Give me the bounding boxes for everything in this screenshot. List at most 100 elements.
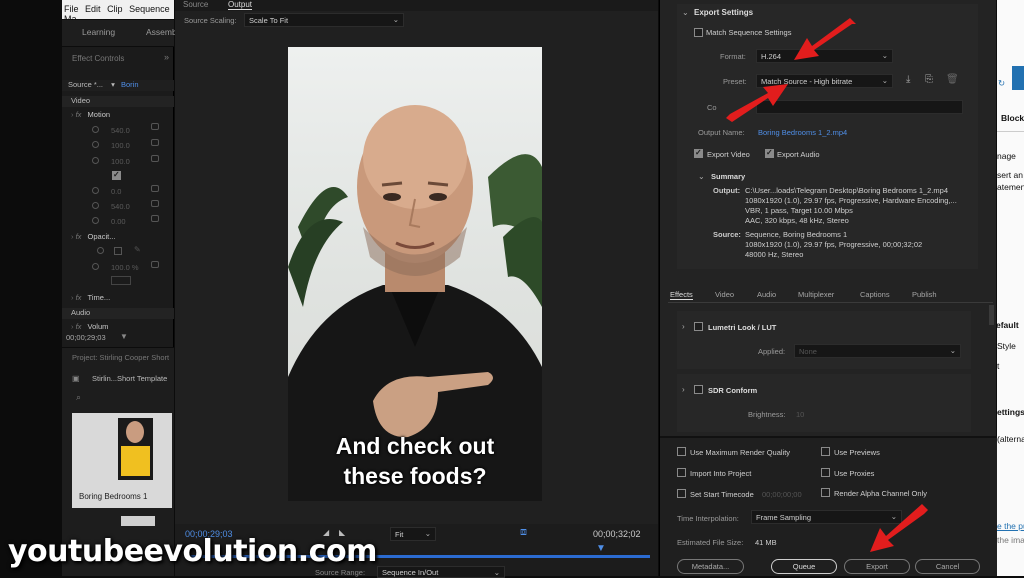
ec-anti-flicker[interactable]: 0.00	[111, 217, 126, 226]
stopwatch-icon[interactable]	[92, 217, 99, 224]
menu-file[interactable]: File	[64, 4, 79, 14]
ec-source-label[interactable]: Source *...	[68, 80, 103, 89]
time-interp-value: Frame Sampling	[756, 513, 812, 522]
summary-title: Summary	[711, 172, 746, 181]
export-video-checkbox[interactable]	[694, 148, 703, 158]
ec-anchor-point[interactable]: 540.0	[111, 202, 130, 211]
reset-icon[interactable]	[151, 139, 159, 146]
render-alpha-checkbox[interactable]	[821, 488, 830, 497]
search-icon[interactable]: ⌕	[76, 392, 81, 403]
filter-icon[interactable]: ▼	[120, 332, 128, 341]
bg-link-purpose[interactable]: e the pu	[997, 521, 1024, 531]
export-audio-checkbox[interactable]	[765, 148, 774, 158]
ec-position-x[interactable]: 540.0	[111, 126, 130, 135]
sdr-checkbox[interactable]	[694, 385, 703, 394]
ec-motion[interactable]: Motion	[88, 110, 111, 119]
tab-captions[interactable]: Captions	[860, 290, 890, 299]
scrollbar[interactable]	[989, 305, 994, 325]
render-alpha-label: Render Alpha Channel Only	[834, 489, 927, 498]
reset-icon[interactable]	[151, 200, 159, 207]
ec-timecode[interactable]: 00;00;29;03	[66, 333, 106, 342]
delete-preset-icon[interactable]: 🗑	[946, 74, 959, 85]
output-name-link[interactable]: Boring Bedrooms 1_2.mp4	[758, 128, 847, 137]
playhead-icon[interactable]: ▼	[596, 543, 606, 554]
match-sequence-checkbox[interactable]	[694, 28, 703, 37]
ec-source-dropdown-icon[interactable]: ▾	[111, 80, 115, 89]
tab-output[interactable]: Output	[228, 0, 253, 10]
collapse-icon[interactable]: ⌄	[682, 8, 689, 17]
reset-icon[interactable]	[151, 215, 159, 222]
ec-rotation[interactable]: 0.0	[111, 187, 121, 196]
export-button[interactable]: Export	[844, 559, 910, 574]
project-bin-name[interactable]: Stirlin...Short Template	[92, 374, 167, 383]
effect-controls-title[interactable]: Effect Controls	[72, 54, 124, 63]
fit-select[interactable]: Fit ⌄	[390, 527, 436, 541]
tab-source[interactable]: Source	[183, 0, 208, 9]
menu-edit[interactable]: Edit	[85, 4, 101, 14]
clip-thumbnail-partial[interactable]	[121, 516, 155, 526]
workspace-learning[interactable]: Learning	[82, 27, 115, 37]
max-render-checkbox[interactable]	[677, 447, 686, 456]
lumetri-checkbox[interactable]	[694, 322, 703, 331]
menu-bar: File Edit Clip Sequence Ma	[62, 0, 174, 24]
reset-icon[interactable]	[151, 185, 159, 192]
ec-scale-width[interactable]: 100.0	[111, 157, 130, 166]
ellipse-mask-icon[interactable]	[97, 247, 104, 254]
import-project-checkbox[interactable]	[677, 468, 686, 477]
uniform-scale-checkbox[interactable]	[112, 170, 121, 180]
stopwatch-icon[interactable]	[92, 202, 99, 209]
stopwatch-icon[interactable]	[92, 157, 99, 164]
applied-select[interactable]: None ⌄	[794, 344, 961, 358]
stopwatch-icon[interactable]	[92, 141, 99, 148]
ec-opacity[interactable]: Opacit...	[88, 232, 116, 241]
project-clip-thumbnail[interactable]: Boring Bedrooms 1	[72, 413, 172, 508]
background-button[interactable]	[1012, 66, 1024, 90]
collapse-icon[interactable]: ⌄	[698, 172, 705, 181]
aspect-ratio-icon[interactable]: ⧈	[520, 526, 527, 539]
lumetri-title: Lumetri Look / LUT	[708, 323, 777, 332]
stopwatch-icon[interactable]	[92, 126, 99, 133]
ec-time-remapping[interactable]: Time...	[88, 293, 111, 302]
rect-mask-icon[interactable]	[114, 247, 122, 255]
menu-clip[interactable]: Clip	[107, 4, 123, 14]
stopwatch-icon[interactable]	[92, 263, 99, 270]
workspace-assembly[interactable]: Assemb	[146, 27, 177, 37]
panel-overflow-icon[interactable]: »	[164, 52, 169, 62]
bg-tab-block[interactable]: Block	[1001, 113, 1024, 123]
use-previews-checkbox[interactable]	[821, 447, 830, 456]
import-project-label: Import Into Project	[690, 469, 752, 478]
project-title[interactable]: Project: Stirling Cooper Short	[72, 353, 169, 362]
queue-button[interactable]: Queue	[771, 559, 837, 574]
source-range-select[interactable]: Sequence In/Out ⌄	[377, 566, 505, 578]
tab-audio[interactable]: Audio	[757, 290, 776, 299]
save-preset-icon[interactable]: ⤓	[906, 74, 910, 85]
ec-scale[interactable]: 100.0	[111, 141, 130, 150]
tab-effects[interactable]: Effects	[670, 290, 693, 300]
ec-opacity-value[interactable]: 100.0 %	[111, 263, 139, 272]
start-timecode-value[interactable]: 00;00;00;00	[762, 490, 802, 499]
ec-volume[interactable]: Volum	[88, 322, 109, 331]
source-scaling-select[interactable]: Scale To Fit ⌄	[244, 13, 404, 27]
stopwatch-icon[interactable]	[92, 187, 99, 194]
tab-publish[interactable]: Publish	[912, 290, 937, 299]
expand-icon[interactable]: ›	[682, 322, 685, 331]
reset-icon[interactable]	[151, 123, 159, 130]
use-proxies-checkbox[interactable]	[821, 468, 830, 477]
import-preset-icon[interactable]: ⎘	[925, 74, 933, 85]
start-timecode-checkbox[interactable]	[677, 489, 686, 498]
cancel-button[interactable]: Cancel	[915, 559, 980, 574]
reset-icon[interactable]	[151, 261, 159, 268]
menu-sequence[interactable]: Sequence	[129, 4, 170, 14]
reset-icon[interactable]	[151, 155, 159, 162]
brightness-value[interactable]: 10	[796, 410, 804, 419]
export-video-label: Export Video	[707, 150, 750, 159]
summary-output-label: Output:	[713, 186, 741, 195]
tab-video[interactable]: Video	[715, 290, 734, 299]
tab-multiplexer[interactable]: Multiplexer	[798, 290, 834, 299]
red-arrow-format	[794, 18, 856, 60]
ec-clip-label[interactable]: Borin	[121, 80, 139, 89]
metadata-button[interactable]: Metadata...	[677, 559, 744, 574]
blend-mode-dropdown[interactable]	[111, 276, 131, 285]
pen-mask-icon[interactable]: ✎	[134, 245, 141, 254]
expand-icon[interactable]: ›	[682, 385, 685, 394]
